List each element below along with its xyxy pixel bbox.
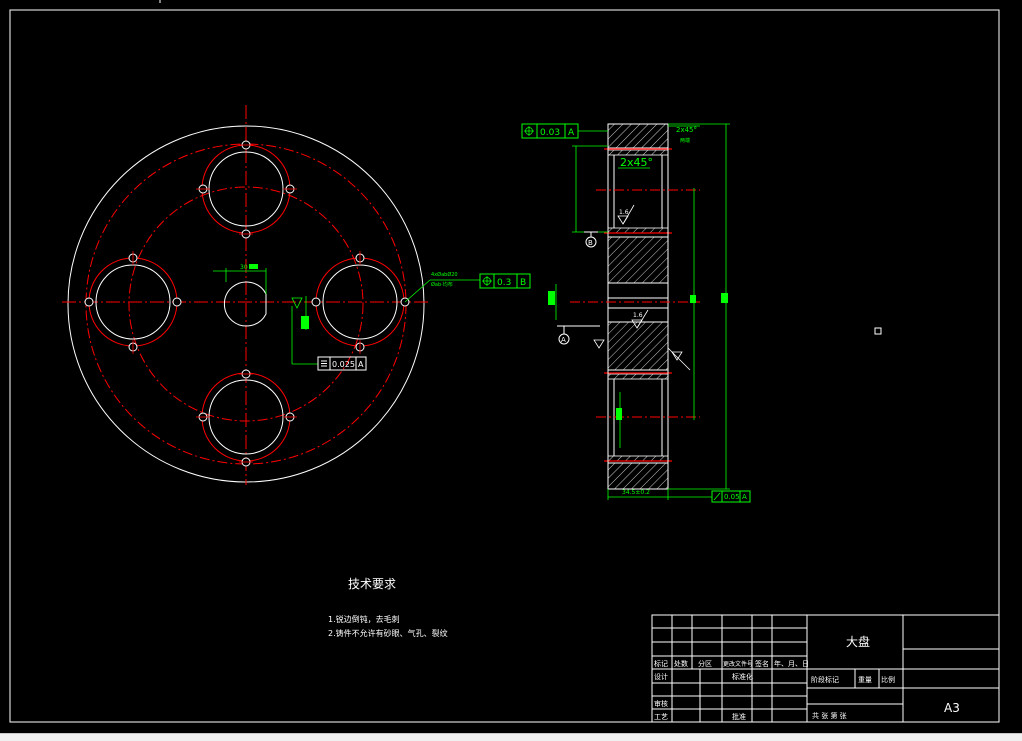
key-depth-tolerance-mark — [301, 316, 309, 329]
tb-label-mark: 标记 — [654, 659, 668, 668]
hole-note-leader — [404, 279, 431, 303]
tb-label-sign: 签名 — [755, 659, 769, 668]
tb-label-count: 处数 — [674, 659, 688, 668]
front-view: 30 0.025 A 4xØabØ20 Øab·均布 0.3 B — [62, 105, 531, 485]
tb-approve: 批准 — [732, 712, 746, 721]
keyway-width-dim: 30 — [240, 264, 248, 271]
chamfer-top: 2x45° — [676, 126, 697, 134]
tb-process: 工艺 — [654, 713, 668, 721]
chamfer-top-note: 两端 — [680, 137, 690, 144]
hatch-band-bottom — [607, 455, 669, 462]
hatch-bottom-rim — [607, 462, 669, 490]
right-dim-inner-mark — [690, 295, 696, 303]
key-roughness-symbol — [291, 297, 303, 309]
chamfer-inner: 2x45° — [620, 156, 653, 169]
cad-window: 30 0.025 A 4xØabØ20 Øab·均布 0.3 B 0.03 A … — [0, 0, 1022, 741]
symmetry-tolerance-frame: 0.025 A — [317, 356, 367, 371]
small-bolt-holes — [84, 140, 410, 467]
tb-sheet-size: A3 — [944, 701, 960, 715]
runout-value: 0.05 — [724, 493, 740, 501]
hatch-band-mid-top — [607, 227, 669, 234]
tb-standardize: 标准化 — [732, 672, 753, 681]
tb-designer: 设计 — [654, 672, 668, 681]
hatch-hub-upper — [607, 236, 669, 284]
hatch-band-mid-bottom — [607, 373, 669, 380]
runout-tolerance-frame: 0.05 A — [711, 490, 751, 503]
section-outline — [607, 123, 669, 490]
roughness-symbol-3 — [593, 339, 605, 349]
symmetry-tol-value: 0.025 — [332, 360, 355, 369]
keyway-dim-tolerance-mark — [249, 264, 258, 269]
runout-datum: A — [742, 493, 747, 501]
position-tolerance-frame-b: 0.3 B — [479, 273, 531, 289]
tb-scale: 比例 — [881, 675, 895, 684]
technical-requirements: 技术要求 1.锐边倒钝，去毛刺 2.铸件不允许有砂眼、气孔、裂纹 — [328, 577, 448, 638]
hatch-band-top — [607, 149, 669, 156]
tb-review: 审核 — [654, 699, 668, 708]
position-tol-value-b: 0.3 — [497, 278, 511, 288]
hole-note-line2: Øab·均布 — [431, 281, 453, 288]
position-tolerance-frame-a: 0.03 A — [521, 123, 579, 139]
tb-weight: 重量 — [858, 676, 872, 684]
center-keyed-bore — [223, 281, 267, 327]
tb-label-change-doc: 更改文件号 — [723, 660, 753, 668]
roughness-value-2: 1.6 — [633, 312, 643, 319]
tb-part-name: 大盘 — [846, 634, 870, 649]
tb-label-zone: 分区 — [698, 659, 712, 668]
datum-a-label: A — [561, 336, 566, 344]
tb-stage-mark: 阶段标记 — [811, 675, 839, 684]
datum-b-label: B — [588, 239, 593, 247]
tech-req-item-2: 2.铸件不允许有砂眼、气孔、裂纹 — [328, 628, 448, 638]
tech-req-item-1: 1.锐边倒钝，去毛刺 — [328, 614, 400, 624]
roughness-leader-4 — [667, 347, 691, 371]
position-tol-datum-b: B — [520, 278, 526, 288]
drawing-canvas[interactable]: 30 0.025 A 4xØabØ20 Øab·均布 0.3 B 0.03 A … — [0, 0, 1022, 733]
hatch-hub-lower — [607, 321, 669, 371]
roughness-value-1: 1.6 — [619, 209, 629, 216]
drawing-svg: 30 0.025 A 4xØabØ20 Øab·均布 0.3 B 0.03 A … — [9, 0, 1000, 723]
lower-hole-dim-tolerance-mark — [616, 408, 622, 420]
hole-note-line1: 4xØabØ20 — [431, 271, 458, 278]
width-dim-value: 34.5±0.2 — [622, 489, 650, 496]
right-dim-outer-mark — [721, 293, 728, 303]
tb-sheet-count: 共 张 第 张 — [812, 711, 847, 720]
position-tol-datum-a: A — [568, 128, 575, 138]
hatch-top-rim — [607, 123, 669, 149]
symmetry-tol-datum: A — [358, 360, 364, 369]
section-view: 0.03 A 2x45° 两端 2x45° B A 1.6 1.6 34.5±0… — [521, 123, 751, 503]
tech-req-title: 技术要求 — [348, 577, 396, 591]
position-tol-value-a: 0.03 — [540, 128, 560, 138]
tb-label-date: 年、月、日 — [774, 659, 809, 668]
selection-grip[interactable] — [874, 327, 882, 335]
bore-dim-tolerance-mark — [548, 291, 555, 305]
